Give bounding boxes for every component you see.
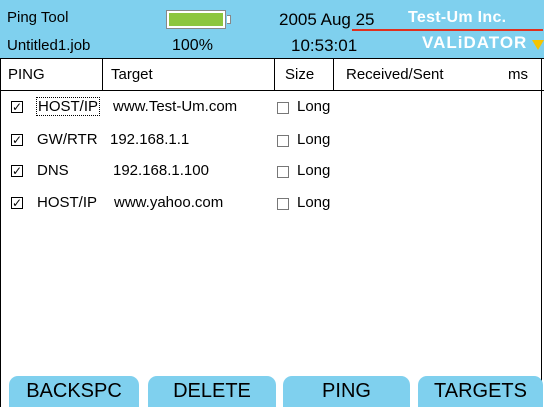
ping-type[interactable]: DNS bbox=[36, 162, 70, 179]
battery-fill bbox=[169, 13, 223, 26]
size-checkbox[interactable] bbox=[277, 198, 289, 210]
column-received-sent: Received/Sent bbox=[333, 59, 506, 90]
ping-checkbox[interactable]: ✓ bbox=[11, 197, 23, 209]
table-row[interactable]: ✓ HOST/IP www.yahoo.com Long bbox=[0, 192, 544, 216]
ping-type[interactable]: HOST/IP bbox=[36, 97, 101, 116]
battery-tip bbox=[227, 15, 231, 24]
column-target: Target bbox=[102, 59, 281, 90]
column-ping: PING bbox=[8, 66, 45, 83]
ping-checkbox[interactable]: ✓ bbox=[11, 101, 23, 113]
product-logo: VALiDATOR bbox=[422, 33, 528, 52]
battery-percent: 100% bbox=[172, 37, 213, 54]
table-row[interactable]: ✓ DNS 192.168.1.100 Long bbox=[0, 160, 544, 184]
size-label: Long bbox=[297, 98, 331, 115]
target-address[interactable]: www.yahoo.com bbox=[114, 194, 223, 211]
ping-button[interactable]: PING bbox=[283, 376, 410, 407]
size-checkbox[interactable] bbox=[277, 135, 289, 147]
status-header: Ping Tool Untitled1.job 100% 2005 Aug 25… bbox=[0, 0, 544, 59]
size-checkbox[interactable] bbox=[277, 166, 289, 178]
target-address[interactable]: 192.168.1.1 bbox=[110, 131, 189, 148]
app-title: Ping Tool bbox=[7, 9, 69, 26]
ping-checkbox[interactable]: ✓ bbox=[11, 165, 23, 177]
table-header: PING Target Size Received/Sent ms bbox=[0, 59, 544, 91]
table-row[interactable]: ✓ GW/RTR 192.168.1.1 Long bbox=[0, 129, 544, 153]
date-display: 2005 Aug 25 bbox=[279, 10, 375, 29]
backspace-button[interactable]: BACKSPC bbox=[9, 376, 139, 407]
size-checkbox[interactable] bbox=[277, 102, 289, 114]
size-label: Long bbox=[297, 194, 331, 211]
battery-icon bbox=[166, 10, 226, 29]
ping-type[interactable]: HOST/IP bbox=[36, 194, 98, 211]
brand-underline bbox=[352, 29, 543, 31]
triangle-down-icon bbox=[532, 40, 544, 50]
job-file-name: Untitled1.job bbox=[7, 37, 91, 54]
targets-button[interactable]: TARGETS bbox=[418, 376, 543, 407]
column-ms: ms bbox=[508, 66, 528, 83]
target-address[interactable]: www.Test-Um.com bbox=[113, 98, 237, 115]
ping-type[interactable]: GW/RTR bbox=[36, 131, 99, 148]
table-row[interactable]: ✓ HOST/IP www.Test-Um.com Long bbox=[0, 96, 544, 120]
target-address[interactable]: 192.168.1.100 bbox=[113, 162, 209, 179]
delete-button[interactable]: DELETE bbox=[148, 376, 276, 407]
size-label: Long bbox=[297, 131, 331, 148]
ping-checkbox[interactable]: ✓ bbox=[11, 134, 23, 146]
brand-logo: Test-Um Inc. bbox=[408, 9, 507, 26]
time-display: 10:53:01 bbox=[291, 36, 358, 55]
size-label: Long bbox=[297, 162, 331, 179]
